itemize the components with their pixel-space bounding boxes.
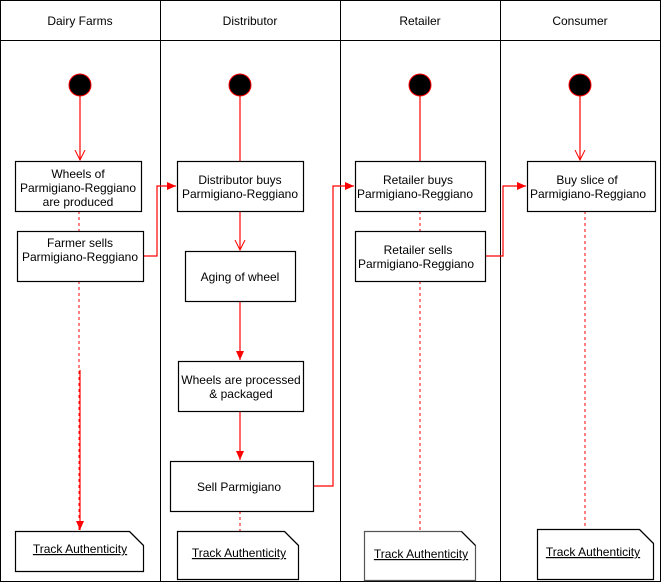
svg-text:Parmigiano-Reggiano: Parmigiano-Reggiano <box>22 250 138 264</box>
start-node <box>68 73 92 97</box>
svg-text:Wheels of: Wheels of <box>51 167 105 181</box>
svg-text:& packaged: & packaged <box>209 387 272 401</box>
diagram-border <box>0 0 661 582</box>
start-node <box>228 73 252 97</box>
svg-text:are produced: are produced <box>43 195 114 209</box>
swimlane-diagram: Dairy Farms Distributor Retailer Consume… <box>0 0 661 582</box>
activity-retailer-sells[interactable]: Retailer sells Parmigiano-Reggiano <box>354 230 487 283</box>
flow-arrow <box>313 182 354 487</box>
activity-distributor-buys[interactable]: Distributor buys Parmigiano-Reggiano <box>176 160 305 213</box>
activity-processed[interactable]: Wheels are processed & packaged <box>177 360 305 413</box>
activity-sell-parmigiano[interactable]: Sell Parmigiano <box>169 460 315 513</box>
svg-text:Track Authenticity: Track Authenticity <box>374 547 468 561</box>
svg-text:Track Authenticity: Track Authenticity <box>33 542 127 556</box>
activity-wheels-produced[interactable]: Wheels of Parmigiano-Reggiano are produc… <box>14 160 143 213</box>
svg-text:Wheels are processed: Wheels are processed <box>181 373 300 387</box>
svg-text:Retailer sells: Retailer sells <box>384 243 453 257</box>
svg-text:Buy slice of: Buy slice of <box>556 173 618 187</box>
svg-text:Aging of wheel: Aging of wheel <box>201 270 280 284</box>
activity-retailer-buys[interactable]: Retailer buys Parmigiano-Reggiano <box>354 160 487 213</box>
activity-buy-slice[interactable]: Buy slice of Parmigiano-Reggiano <box>526 160 657 213</box>
svg-text:Track Authenticity: Track Authenticity <box>546 545 640 559</box>
svg-text:Track Authenticity: Track Authenticity <box>192 546 286 560</box>
svg-text:Distributor buys: Distributor buys <box>198 173 281 187</box>
note-track-authenticity[interactable]: Track Authenticity <box>176 530 300 581</box>
svg-text:Parmigiano-Reggiano: Parmigiano-Reggiano <box>530 187 646 201</box>
activity-farmer-sells[interactable]: Farmer sells Parmigiano-Reggiano <box>16 230 145 283</box>
lane-header-retailer: Retailer <box>399 14 440 28</box>
svg-text:Retailer buys: Retailer buys <box>383 173 453 187</box>
lane-header-dairy-farms: Dairy Farms <box>47 14 112 28</box>
lane-header-distributor: Distributor <box>223 14 278 28</box>
svg-text:Sell Parmigiano: Sell Parmigiano <box>197 480 281 494</box>
svg-text:Parmigiano-Reggiano: Parmigiano-Reggiano <box>20 181 136 195</box>
activity-aging[interactable]: Aging of wheel <box>184 250 297 303</box>
svg-text:Farmer sells: Farmer sells <box>47 236 113 250</box>
flow-arrow <box>143 182 176 257</box>
svg-text:Parmigiano-Reggiano: Parmigiano-Reggiano <box>357 187 473 201</box>
flow-arrow <box>485 182 526 257</box>
note-track-authenticity[interactable]: Track Authenticity <box>363 530 477 582</box>
note-track-authenticity[interactable]: Track Authenticity <box>14 530 145 573</box>
start-node <box>568 73 592 97</box>
svg-text:Parmigiano-Reggiano: Parmigiano-Reggiano <box>358 257 474 271</box>
lane-header-consumer: Consumer <box>552 14 607 28</box>
note-track-authenticity[interactable]: Track Authenticity <box>536 528 655 581</box>
start-node <box>408 73 432 97</box>
svg-text:Parmigiano-Reggiano: Parmigiano-Reggiano <box>182 187 298 201</box>
